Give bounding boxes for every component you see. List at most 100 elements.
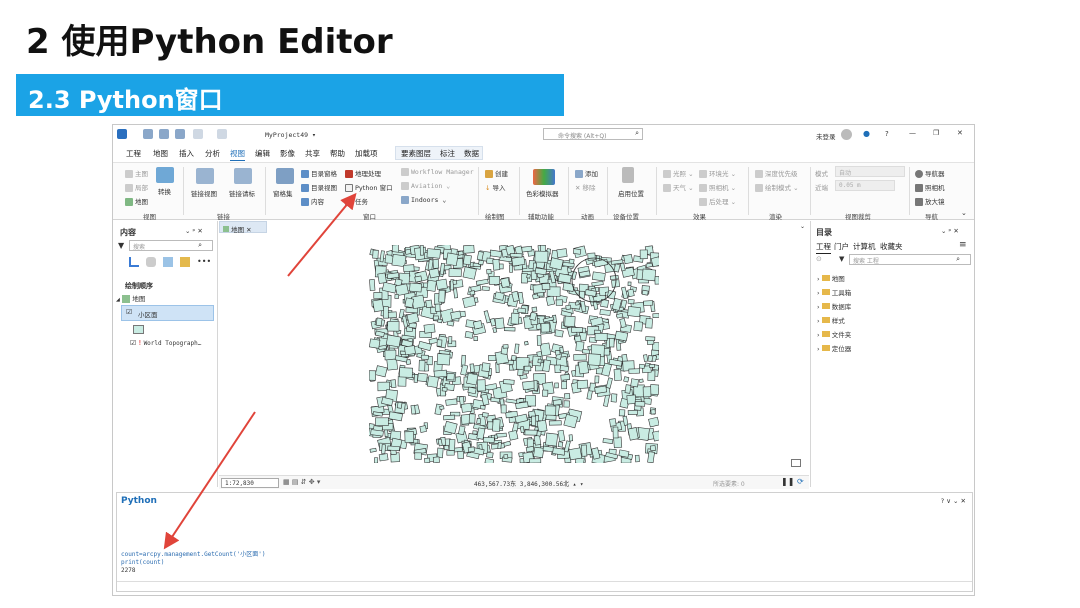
ribbon-btn-workflow[interactable]: Workflow Manager — [401, 168, 474, 176]
tab-feature-layer[interactable]: 要素图层 — [401, 148, 431, 159]
catalog-item[interactable]: › 工具箱 — [817, 287, 851, 297]
notification-icon[interactable]: ● — [863, 129, 870, 138]
command-search[interactable]: 命令搜索 (Alt+Q) ⌕ — [543, 128, 643, 140]
ribbon-btn-contents[interactable]: 内容 — [301, 196, 324, 206]
catalog-item[interactable]: › 数据库 — [817, 301, 851, 311]
catalog-item[interactable]: › 定位器 — [817, 343, 851, 353]
parcels-map[interactable] — [369, 245, 659, 463]
catalog-search[interactable]: 搜索 工程 ⌕ — [849, 254, 971, 265]
project-name[interactable]: MyProject49 ▾ — [265, 131, 316, 139]
tab-analysis[interactable]: 分析 — [205, 148, 220, 159]
ribbon-btn-reset-panes[interactable]: 窗格集 — [273, 188, 293, 198]
ribbon-btn-convert[interactable]: 转换 — [158, 186, 171, 196]
clip-mode-dropdown[interactable]: 自动 — [835, 166, 905, 177]
editing-icon[interactable] — [180, 257, 190, 267]
clip-near-input[interactable]: 0.05 m — [835, 180, 895, 191]
ribbon-btn-add[interactable]: 添加 — [575, 168, 598, 178]
expand-icon[interactable]: ◢ — [116, 297, 120, 303]
basemap-row[interactable]: ☑ ! World Topograph… — [130, 339, 218, 351]
minimize-button[interactable]: — — [909, 129, 916, 137]
ribbon-btn-postprocess[interactable]: 后处理 ⌄ — [699, 196, 736, 206]
expand-arrow-icon[interactable]: › — [817, 303, 820, 311]
ribbon-btn-weather[interactable]: 天气 ⌄ — [663, 182, 694, 192]
catalog-tab-portal[interactable]: 门户 — [834, 241, 849, 252]
tab-map[interactable]: 地图 — [153, 148, 168, 159]
ribbon-btn-import[interactable]: ↓ 导入 — [485, 182, 506, 192]
map-view[interactable]: 地图 ✕ ⌄ — [219, 221, 809, 487]
ribbon-btn-indoors[interactable]: Indoors ⌄ — [401, 196, 446, 204]
reset-panes-icon[interactable] — [276, 168, 294, 184]
layer-row-selected[interactable]: ☑ 小区面 — [121, 305, 214, 321]
map-note-icon[interactable] — [791, 459, 801, 467]
expand-arrow-icon[interactable]: › — [817, 275, 820, 283]
selection-icon[interactable] — [163, 257, 173, 267]
ribbon-btn-create[interactable]: 创建 — [485, 168, 508, 178]
filter-icon[interactable]: ▼ — [839, 255, 844, 263]
ribbon-btn-catalog-view[interactable]: 目录视图 — [301, 182, 337, 192]
link-cursor-icon[interactable] — [234, 168, 252, 184]
ribbon-btn-tasks[interactable]: 任务 — [345, 196, 368, 206]
pane-controls[interactable]: ⌄ ᵖ ✕ — [185, 227, 203, 235]
pane-controls[interactable]: ⌄ ᵖ ✕ — [941, 227, 959, 235]
catalog-tab-project[interactable]: 工程 — [816, 241, 831, 254]
filter-icon[interactable]: ▼ — [118, 241, 124, 250]
tab-view[interactable]: 视图 — [230, 148, 245, 161]
menu-icon[interactable]: ≡ — [959, 240, 967, 250]
checkbox-checked-icon[interactable]: ☑ — [126, 308, 132, 316]
ribbon-btn-depth-priority[interactable]: 深度优先级 — [755, 168, 798, 178]
refresh-icon[interactable]: ⟳ — [797, 477, 804, 486]
catalog-tab-favorites[interactable]: 收藏夹 — [880, 241, 903, 252]
ribbon-btn-main[interactable]: 主图 — [125, 168, 148, 178]
map-tools-icons[interactable]: ▦ ▤ ⇵ ✥ ▾ — [283, 478, 320, 486]
ribbon-btn-camera[interactable]: 照相机 ⌄ — [699, 182, 736, 192]
ribbon-btn-color-simulator[interactable]: 色彩模拟器 — [526, 188, 559, 198]
scale-dropdown[interactable]: 1:72,830 — [221, 478, 279, 488]
tab-addins[interactable]: 加载项 — [355, 148, 378, 159]
ribbon-btn-ambient[interactable]: 环境光 ⌄ — [699, 168, 736, 178]
more-icon[interactable]: ••• — [197, 257, 211, 266]
open-icon[interactable] — [159, 129, 169, 139]
pause-icon[interactable]: ❚❚ — [781, 477, 794, 486]
expand-arrow-icon[interactable]: › — [817, 289, 820, 297]
map-tab-overflow-icon[interactable]: ⌄ — [800, 223, 805, 230]
tab-labeling[interactable]: 标注 — [440, 148, 455, 159]
ribbon-btn-local[interactable]: 局部 — [125, 182, 148, 192]
ribbon-btn-draw-mode[interactable]: 绘制模式 ⌄ — [755, 182, 799, 192]
tab-data[interactable]: 数据 — [464, 148, 479, 159]
new-icon[interactable] — [143, 129, 153, 139]
data-source-icon[interactable] — [146, 257, 156, 267]
contents-search[interactable]: 搜索 ⌕ — [129, 240, 213, 251]
map-tab[interactable]: 地图 ✕ — [219, 221, 267, 234]
back-icon[interactable]: ⊙ — [816, 255, 822, 263]
map-layer-row[interactable]: ◢ 地图 — [116, 293, 216, 305]
tab-share[interactable]: 共享 — [305, 148, 320, 159]
close-button[interactable]: ✕ — [957, 129, 963, 137]
ribbon-collapse-icon[interactable]: ⌄ — [961, 209, 967, 217]
expand-arrow-icon[interactable]: › — [817, 345, 820, 353]
undo-icon[interactable] — [193, 129, 203, 139]
ribbon-btn-link-cursor[interactable]: 链接请标 — [229, 188, 255, 198]
ribbon-btn-link-views[interactable]: 链接视图 — [191, 188, 217, 198]
tab-imagery[interactable]: 影像 — [280, 148, 295, 159]
python-pane-controls[interactable]: ? ∨ ⌄ ✕ — [941, 497, 966, 505]
user-label[interactable]: 未登录 — [816, 131, 836, 141]
save-icon[interactable] — [175, 129, 185, 139]
python-prompt-input[interactable] — [117, 581, 972, 591]
tab-insert[interactable]: 插入 — [179, 148, 194, 159]
redo-icon[interactable] — [217, 129, 227, 139]
ribbon-btn-aviation[interactable]: Aviation ⌄ — [401, 182, 450, 190]
tab-project[interactable]: 工程 — [126, 148, 141, 159]
convert-icon[interactable] — [156, 167, 174, 183]
catalog-item[interactable]: › 地图 — [817, 273, 845, 283]
ribbon-btn-catalog-pane[interactable]: 目录窗格 — [301, 168, 337, 178]
ribbon-btn-remove[interactable]: ✕ 移除 — [575, 182, 596, 192]
ribbon-btn-lighting[interactable]: 光照 ⌄ — [663, 168, 694, 178]
maximize-button[interactable]: ❐ — [933, 129, 939, 137]
expand-arrow-icon[interactable]: › — [817, 317, 820, 325]
catalog-item[interactable]: › 文件夹 — [817, 329, 851, 339]
color-simulator-icon[interactable] — [533, 169, 555, 185]
ribbon-btn-enable-location[interactable]: 启用位置 — [618, 188, 644, 198]
catalog-item[interactable]: › 样式 — [817, 315, 845, 325]
ribbon-btn-camera-nav[interactable]: 照相机 — [915, 182, 945, 192]
draw-order-icon[interactable] — [129, 257, 139, 267]
